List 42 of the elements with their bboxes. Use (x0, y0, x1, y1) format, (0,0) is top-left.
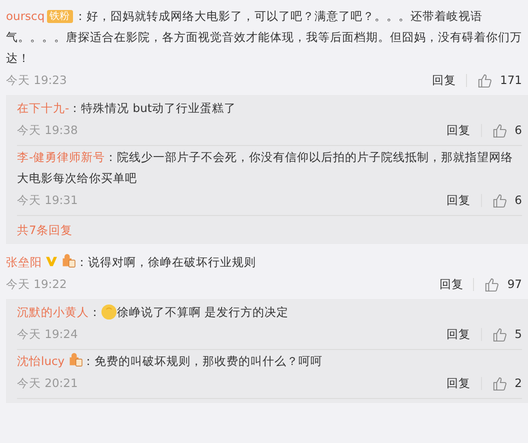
like-count: 5 (514, 327, 522, 341)
reply-text: 在下十九-：特殊情况 but动了行业蛋糕了 (17, 100, 237, 117)
reply-text: 李-健勇律师新号：院线少一部片子不会死，你没有信仰以后拍的片子院线抵制，那就指望网络大电影每次给你买单吧 (17, 149, 514, 187)
username[interactable]: 李-健勇律师新号 (17, 150, 106, 164)
reply-link[interactable]: 回复 (446, 122, 471, 138)
comment-text: ourscq 铁粉 ：好，囧妈就转成网络大电影了，可以了吧？满意了吧？。。。还带着岐视语气。。。。唐探适合在影院，各方面视觉音效才能体现，我等后面档期。但囧妈，没有碍着你们万达！ (6, 8, 522, 67)
timestamp: 今天 19:38 (17, 122, 78, 138)
thumbs-up-icon[interactable] (477, 72, 492, 88)
like-count: 6 (514, 123, 522, 137)
reply-link[interactable]: 回复 (432, 72, 456, 88)
timestamp: 今天 19:31 (17, 192, 78, 208)
timestamp: 今天 19:22 (6, 276, 67, 292)
username[interactable]: 张垒阳 (6, 255, 42, 269)
reply-text: 徐峥说了不算啊 是发行方的决定 (117, 305, 289, 319)
comment-text: 张垒阳 ：说得对啊，徐峥在破坏行业规则 (6, 253, 257, 271)
thumbs-up-icon[interactable] (492, 192, 507, 208)
thumbs-up-icon[interactable] (492, 326, 507, 342)
like-count: 171 (500, 73, 522, 87)
username[interactable]: 沈怡lucy (17, 354, 65, 368)
emoji-icon (101, 304, 117, 320)
verified-icon (45, 256, 58, 267)
thumbs-up-icon[interactable] (484, 276, 500, 292)
colon-text: ： (89, 305, 101, 319)
fan-badge: 铁粉 (46, 10, 73, 23)
thumbs-up-icon[interactable] (492, 122, 507, 138)
reply-link[interactable]: 回复 (446, 326, 471, 342)
more-replies-link[interactable]: 共7条回复 (17, 220, 72, 240)
username[interactable]: ourscq (6, 9, 45, 23)
level-icon (60, 254, 76, 268)
thumbs-up-icon[interactable] (492, 376, 507, 390)
username[interactable]: 在下十九- (17, 101, 70, 115)
reply-link[interactable]: 回复 (439, 276, 464, 292)
timestamp: 今天 19:24 (17, 326, 78, 342)
like-count: 6 (514, 193, 522, 207)
reply-text: 沈怡lucy ：免费的叫破坏规则，那收费的叫什么？呵呵 (17, 352, 324, 370)
username[interactable]: 沉默的小黄人 (17, 305, 89, 319)
timestamp: 今天 19:23 (6, 72, 67, 88)
like-count: 97 (507, 277, 522, 291)
reply-link[interactable]: 回复 (446, 376, 471, 390)
reply-link[interactable]: 回复 (446, 192, 471, 208)
timestamp: 今天 20:21 (17, 376, 78, 390)
like-count: 2 (514, 376, 522, 390)
